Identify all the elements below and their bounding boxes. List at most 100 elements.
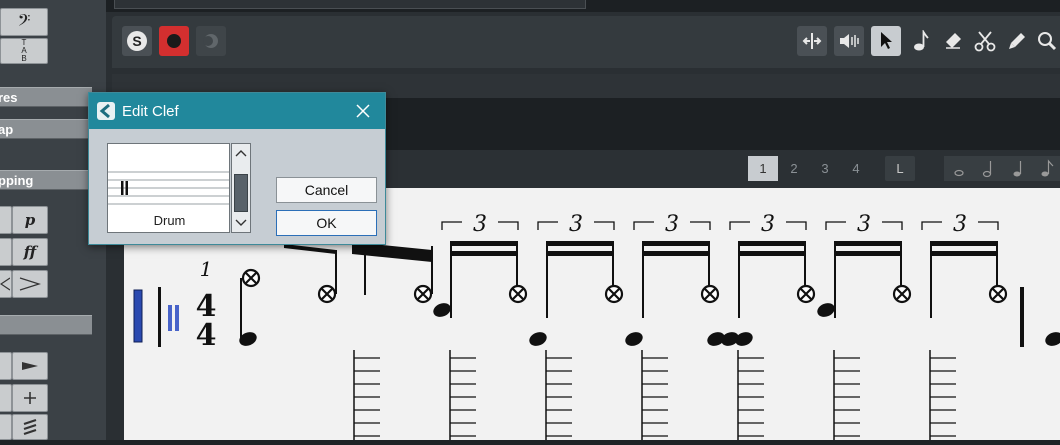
split-tool-button[interactable] — [797, 26, 827, 56]
beam — [738, 241, 806, 246]
toolbar: S — [112, 16, 1060, 68]
bass-drum-note — [625, 332, 643, 346]
zoom-tool-button[interactable] — [1032, 26, 1060, 56]
beam — [642, 241, 710, 246]
beam — [546, 251, 614, 256]
bass-clef-icon: 𝄢 — [17, 10, 31, 34]
snare-note — [433, 303, 451, 317]
dynamic-ff-button[interactable]: ff — [12, 238, 48, 266]
top-strip — [106, 0, 1060, 12]
beam — [284, 244, 336, 254]
cymbal-note — [892, 284, 912, 304]
whole-note-icon — [954, 169, 964, 177]
layout-button[interactable]: L — [885, 156, 915, 181]
half-note-icon — [982, 161, 992, 178]
quarter-note-icon — [1013, 161, 1022, 177]
solo-button[interactable]: S — [122, 26, 152, 56]
accent-button[interactable] — [12, 352, 48, 380]
bass-drum-note — [529, 332, 547, 346]
cymbal-note — [604, 284, 624, 304]
beam — [450, 251, 518, 256]
cymbal-note — [241, 268, 261, 288]
crescendo-icon — [0, 277, 10, 291]
tuplet-number: 3 — [665, 212, 679, 237]
scissors-icon — [974, 31, 996, 52]
note-value-half-button[interactable] — [974, 156, 1004, 181]
page-button-1[interactable]: 1 — [748, 156, 778, 181]
palette-cell[interactable] — [0, 352, 12, 380]
note-value-whole-button[interactable] — [944, 156, 974, 181]
zoom-icon — [1038, 32, 1057, 51]
palette-cell[interactable] — [0, 206, 12, 234]
marker-tool-button[interactable] — [1002, 26, 1032, 56]
bass-drum-note — [707, 332, 725, 346]
cut-tool-button[interactable] — [970, 26, 1000, 56]
note-value-quarter-button[interactable] — [1004, 156, 1034, 181]
crescendo-button[interactable] — [0, 270, 12, 298]
bass-drum-note — [1045, 332, 1060, 346]
solo-icon: S — [127, 31, 147, 51]
cymbal-note — [508, 284, 528, 304]
tuplet-number: 3 — [473, 212, 487, 237]
speaker-icon — [840, 34, 859, 48]
beam — [642, 251, 710, 256]
palette-section-header[interactable]: pping — [0, 170, 92, 190]
page-button-3[interactable]: 3 — [810, 156, 840, 181]
record-button[interactable] — [159, 26, 189, 56]
tuplet-number: 3 — [953, 212, 967, 237]
monitor-button[interactable] — [196, 26, 226, 56]
chevron-down-icon[interactable] — [232, 215, 250, 231]
tuplet-number: 3 — [857, 212, 871, 237]
note-value-eighth-button[interactable] — [1034, 156, 1060, 181]
palette-section-header[interactable]: res — [0, 87, 92, 107]
tuplet-number: 3 — [569, 212, 583, 237]
cymbal-note — [796, 284, 816, 304]
split-icon — [802, 33, 822, 49]
palette-cell[interactable] — [0, 414, 12, 440]
staff-preview-graphic — [108, 171, 229, 205]
erase-tool-button[interactable] — [938, 26, 968, 56]
palette-cell[interactable] — [0, 238, 12, 266]
tremolo-button[interactable] — [12, 414, 48, 440]
bass-clef-button[interactable]: 𝄢 — [0, 8, 48, 36]
palette-section-header[interactable]: ap — [0, 119, 92, 139]
marker-icon — [1009, 33, 1025, 49]
dynamic-p-button[interactable]: p — [12, 206, 48, 234]
monitor-icon — [203, 34, 218, 48]
beam — [930, 251, 998, 256]
dialog-title-bar[interactable]: Edit Clef — [89, 93, 385, 129]
plus-icon — [24, 392, 36, 404]
dialog-title: Edit Clef — [122, 103, 179, 120]
beam — [450, 241, 518, 246]
beam — [738, 251, 806, 256]
eighth-note-icon — [1041, 159, 1054, 177]
plus-button[interactable] — [12, 384, 48, 412]
decrescendo-button[interactable] — [12, 270, 48, 298]
page-button-4[interactable]: 4 — [841, 156, 871, 181]
eraser-icon — [946, 33, 961, 49]
palette-section-header[interactable] — [0, 315, 92, 335]
object-selection-tool-button[interactable] — [871, 26, 901, 56]
mute-tool-button[interactable] — [834, 26, 864, 56]
drum-clef-icon — [175, 305, 179, 331]
chevron-up-icon[interactable] — [232, 145, 250, 161]
clef-name: Drum — [153, 213, 186, 228]
page-button-2[interactable]: 2 — [779, 156, 809, 181]
tab-clef-icon: TAB — [21, 38, 27, 63]
cancel-button[interactable]: Cancel — [276, 177, 377, 203]
cymbal-note — [700, 284, 720, 304]
close-icon[interactable] — [354, 102, 372, 120]
ok-button[interactable]: OK — [276, 210, 377, 236]
bass-drum-note — [735, 332, 753, 346]
palette-cell[interactable] — [0, 384, 12, 412]
clef-preview[interactable]: Drum — [107, 143, 230, 233]
note-tool-button[interactable] — [906, 26, 936, 56]
cymbal-note — [317, 284, 337, 304]
arrow-pointer-icon — [881, 32, 892, 49]
clef-scrollbar[interactable] — [231, 143, 251, 233]
note-icon — [914, 30, 929, 51]
barline — [1020, 287, 1024, 347]
scrollbar-thumb[interactable] — [234, 174, 248, 212]
tab-clef-button[interactable]: TAB — [0, 38, 48, 64]
beam — [546, 241, 614, 246]
